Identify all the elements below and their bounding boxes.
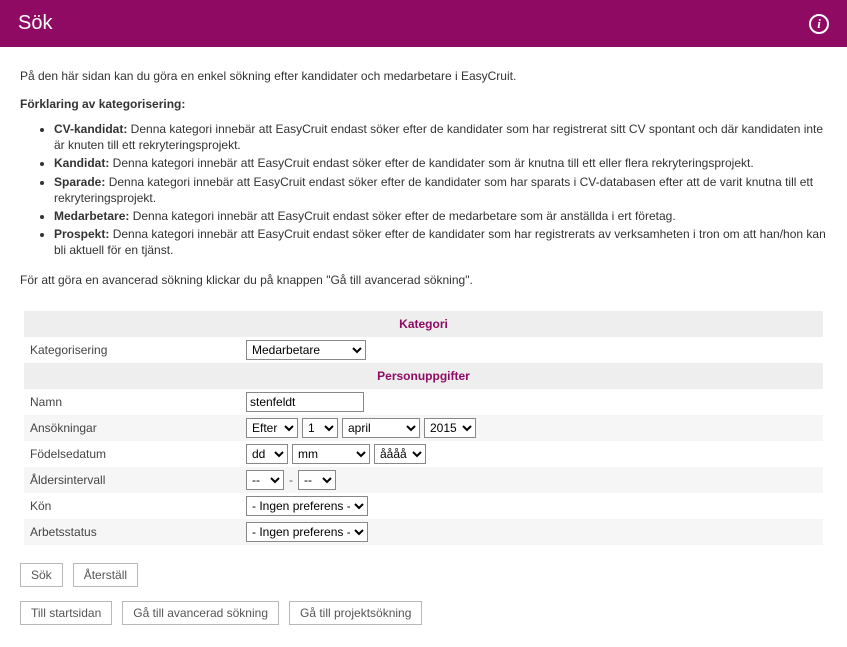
birth-month-select[interactable]: mm bbox=[292, 444, 370, 464]
row-age-range: Åldersintervall -- - -- bbox=[24, 467, 823, 493]
primary-buttons: Sök Återställ bbox=[20, 563, 827, 587]
label-age-range: Åldersintervall bbox=[30, 473, 246, 487]
categorization-select[interactable]: Medarbetare bbox=[246, 340, 366, 360]
category-name: Prospekt: bbox=[54, 227, 109, 241]
applications-year-select[interactable]: 2015 bbox=[424, 418, 476, 438]
label-work-status: Arbetsstatus bbox=[30, 525, 246, 539]
advanced-search-button[interactable]: Gå till avancerad sökning bbox=[122, 601, 279, 625]
reset-button[interactable]: Återställ bbox=[73, 563, 138, 587]
categories-heading: Förklaring av kategorisering: bbox=[20, 97, 827, 111]
section-personal-header: Personuppgifter bbox=[24, 363, 823, 389]
intro-text: På den här sidan kan du göra en enkel sö… bbox=[20, 69, 827, 83]
advanced-note: För att göra en avancerad sökning klicka… bbox=[20, 273, 827, 287]
label-gender: Kön bbox=[30, 499, 246, 513]
work-status-select[interactable]: - Ingen preferens - bbox=[246, 522, 368, 542]
row-gender: Kön - Ingen preferens - bbox=[24, 493, 823, 519]
birth-day-select[interactable]: dd bbox=[246, 444, 288, 464]
category-item: Kandidat: Denna kategori innebär att Eas… bbox=[54, 155, 827, 171]
page-content: På den här sidan kan du göra en enkel sö… bbox=[0, 47, 847, 647]
age-to-select[interactable]: -- bbox=[298, 470, 336, 490]
row-work-status: Arbetsstatus - Ingen preferens - bbox=[24, 519, 823, 545]
page-title: Sök bbox=[18, 12, 52, 35]
category-desc: Denna kategori innebär att EasyCruit end… bbox=[54, 122, 823, 152]
search-form: Kategori Kategorisering Medarbetare Pers… bbox=[20, 311, 827, 545]
age-from-select[interactable]: -- bbox=[246, 470, 284, 490]
applications-month-select[interactable]: april bbox=[342, 418, 420, 438]
label-applications: Ansökningar bbox=[30, 421, 246, 435]
applications-when-select[interactable]: Efter bbox=[246, 418, 298, 438]
label-categorization: Kategorisering bbox=[30, 343, 246, 357]
project-search-button[interactable]: Gå till projektsökning bbox=[289, 601, 422, 625]
row-birthdate: Födelsedatum dd mm åååå bbox=[24, 441, 823, 467]
row-applications: Ansökningar Efter 1 april 2015 bbox=[24, 415, 823, 441]
row-categorization: Kategorisering Medarbetare bbox=[24, 337, 823, 363]
page-header: Sök i bbox=[0, 0, 847, 47]
info-icon[interactable]: i bbox=[809, 14, 829, 34]
age-separator: - bbox=[288, 473, 294, 487]
label-birthdate: Födelsedatum bbox=[30, 447, 246, 461]
label-name: Namn bbox=[30, 395, 246, 409]
section-category-header: Kategori bbox=[24, 311, 823, 337]
category-name: CV-kandidat: bbox=[54, 122, 127, 136]
applications-day-select[interactable]: 1 bbox=[302, 418, 338, 438]
category-list: CV-kandidat: Denna kategori innebär att … bbox=[20, 121, 827, 259]
category-name: Kandidat: bbox=[54, 156, 109, 170]
name-input[interactable] bbox=[246, 392, 364, 412]
category-item: Prospekt: Denna kategori innebär att Eas… bbox=[54, 226, 827, 258]
search-button[interactable]: Sök bbox=[20, 563, 63, 587]
category-name: Sparade: bbox=[54, 175, 105, 189]
category-desc: Denna kategori innebär att EasyCruit end… bbox=[109, 156, 753, 170]
home-button[interactable]: Till startsidan bbox=[20, 601, 112, 625]
nav-buttons: Till startsidan Gå till avancerad söknin… bbox=[20, 601, 827, 625]
category-desc: Denna kategori innebär att EasyCruit end… bbox=[54, 175, 813, 205]
birth-year-select[interactable]: åååå bbox=[374, 444, 426, 464]
gender-select[interactable]: - Ingen preferens - bbox=[246, 496, 368, 516]
category-item: CV-kandidat: Denna kategori innebär att … bbox=[54, 121, 827, 153]
row-name: Namn bbox=[24, 389, 823, 415]
category-item: Medarbetare: Denna kategori innebär att … bbox=[54, 208, 827, 224]
category-desc: Denna kategori innebär att EasyCruit end… bbox=[54, 227, 826, 257]
category-name: Medarbetare: bbox=[54, 209, 129, 223]
category-item: Sparade: Denna kategori innebär att Easy… bbox=[54, 174, 827, 206]
category-desc: Denna kategori innebär att EasyCruit end… bbox=[129, 209, 675, 223]
